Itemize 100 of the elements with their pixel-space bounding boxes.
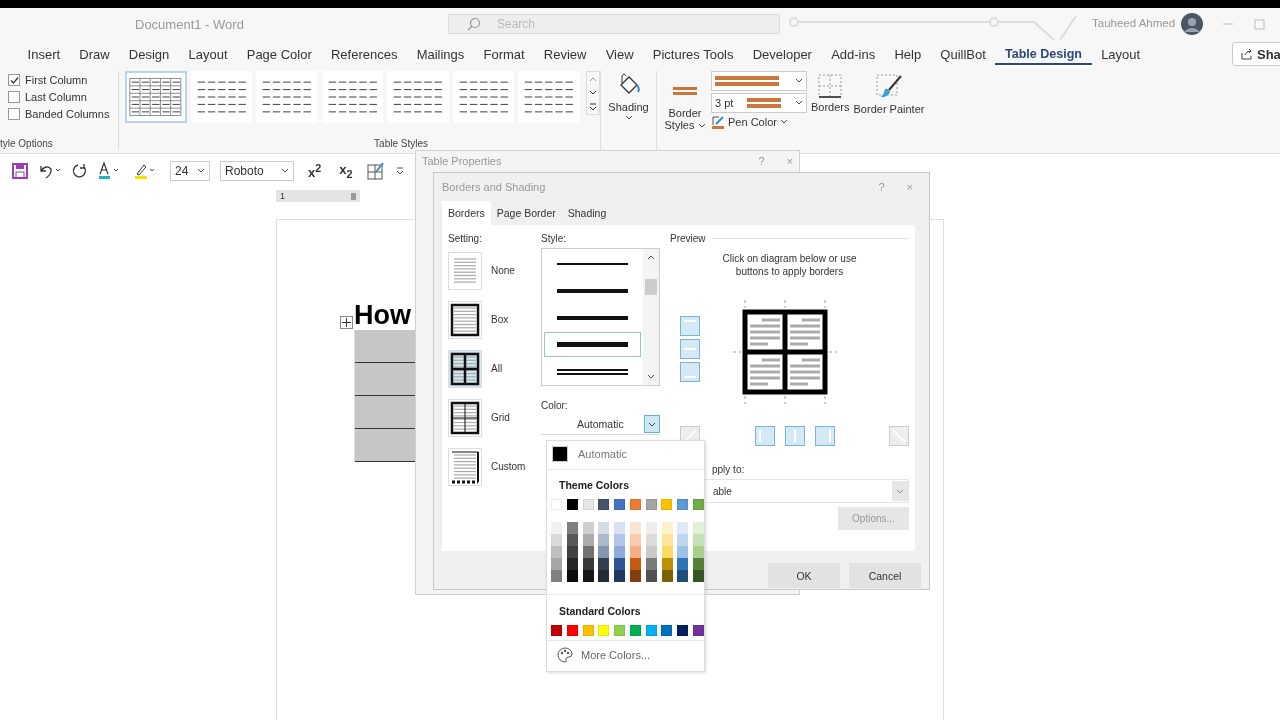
color-swatch[interactable] bbox=[693, 570, 705, 582]
border-styles-button[interactable]: Border Styles bbox=[663, 71, 707, 131]
color-swatch[interactable] bbox=[551, 534, 562, 546]
ribbon-tab[interactable]: Format bbox=[473, 40, 535, 68]
color-swatch[interactable] bbox=[598, 499, 610, 510]
color-swatch[interactable] bbox=[551, 570, 562, 582]
pen-color-button[interactable]: Pen Color bbox=[711, 115, 807, 129]
ribbon-tab[interactable]: References bbox=[321, 40, 408, 68]
color-swatch[interactable] bbox=[614, 546, 626, 558]
color-swatch[interactable] bbox=[614, 534, 626, 546]
line-style-dropdown[interactable] bbox=[711, 71, 807, 91]
color-swatch[interactable] bbox=[661, 534, 673, 546]
ribbon-tab[interactable]: View bbox=[596, 40, 644, 68]
redo-icon[interactable] bbox=[72, 163, 88, 179]
setting-option[interactable] bbox=[448, 398, 482, 437]
ribbon-tab[interactable]: Add-ins bbox=[821, 40, 885, 68]
subscript-button[interactable]: x$_{2}$ bbox=[335, 162, 357, 180]
color-dropdown[interactable]: Automatic bbox=[540, 414, 660, 435]
ribbon-tab[interactable]: Help bbox=[884, 40, 931, 68]
color-swatch[interactable] bbox=[551, 625, 562, 636]
border-painter-button[interactable]: Border Painter bbox=[853, 71, 925, 115]
line-weight-dropdown[interactable]: 3 pt bbox=[711, 93, 807, 113]
color-swatch[interactable] bbox=[629, 499, 641, 510]
color-swatch[interactable] bbox=[582, 570, 594, 582]
color-swatch[interactable] bbox=[693, 534, 705, 546]
table-style-thumbnail[interactable] bbox=[387, 71, 449, 123]
color-swatch[interactable] bbox=[645, 570, 657, 582]
more-colors-option[interactable]: More Colors... bbox=[547, 640, 704, 671]
color-swatch[interactable] bbox=[582, 522, 594, 534]
color-swatch[interactable] bbox=[630, 522, 641, 534]
undo-icon[interactable] bbox=[38, 163, 62, 179]
checkbox[interactable] bbox=[8, 108, 20, 120]
table-style-thumbnail[interactable] bbox=[256, 71, 318, 123]
ribbon-tab[interactable]: Developer bbox=[743, 40, 822, 68]
color-swatch[interactable] bbox=[551, 558, 562, 570]
color-swatch[interactable] bbox=[661, 625, 673, 636]
table-style-thumbnail[interactable] bbox=[125, 71, 187, 123]
font-size-field[interactable]: 24 bbox=[170, 161, 210, 181]
color-swatch[interactable] bbox=[598, 625, 610, 636]
color-swatch[interactable] bbox=[693, 522, 705, 534]
color-swatch[interactable] bbox=[661, 546, 673, 558]
dialog-button[interactable]: Cancel bbox=[849, 563, 921, 588]
ribbon-tab[interactable]: Mailings bbox=[407, 40, 474, 68]
border-button[interactable] bbox=[680, 339, 700, 359]
border-button[interactable] bbox=[815, 426, 835, 446]
color-swatch[interactable] bbox=[614, 522, 626, 534]
color-swatch[interactable] bbox=[582, 558, 594, 570]
checkbox[interactable] bbox=[8, 74, 20, 86]
borders-button[interactable]: Borders bbox=[811, 71, 850, 113]
color-swatch[interactable] bbox=[645, 558, 657, 570]
table-style-thumbnail[interactable] bbox=[190, 71, 253, 123]
ribbon-tab[interactable]: Review bbox=[534, 40, 597, 68]
color-swatch[interactable] bbox=[645, 499, 657, 510]
color-swatch[interactable] bbox=[566, 499, 578, 510]
ribbon-tab[interactable]: Layout bbox=[1091, 40, 1150, 68]
border-button[interactable] bbox=[680, 316, 700, 336]
color-swatch[interactable] bbox=[614, 558, 626, 570]
color-swatch[interactable] bbox=[645, 546, 657, 558]
color-swatch[interactable] bbox=[693, 499, 704, 510]
color-swatch[interactable] bbox=[630, 534, 641, 546]
automatic-color-option[interactable]: Automatic bbox=[547, 441, 704, 470]
ribbon-tab[interactable]: Table Design bbox=[995, 40, 1092, 68]
style-option-checkbox[interactable]: Last Column bbox=[8, 91, 118, 103]
color-swatch[interactable] bbox=[661, 499, 673, 510]
color-swatch[interactable] bbox=[598, 522, 610, 534]
color-swatch[interactable] bbox=[598, 558, 610, 570]
color-swatch[interactable] bbox=[693, 546, 705, 558]
share-button[interactable]: Sha bbox=[1232, 42, 1280, 66]
dialog-tab[interactable]: Shading bbox=[561, 201, 613, 225]
ribbon-tab[interactable]: Layout bbox=[178, 40, 238, 68]
ribbon-tab[interactable]: Draw bbox=[69, 40, 120, 68]
table-style-thumbnail[interactable] bbox=[452, 71, 515, 123]
dialog-tab[interactable]: Page Border bbox=[490, 201, 562, 225]
color-swatch[interactable] bbox=[566, 570, 578, 582]
line-style-option[interactable] bbox=[543, 332, 641, 358]
border-button[interactable] bbox=[680, 362, 700, 382]
color-swatch[interactable] bbox=[598, 546, 610, 558]
color-swatch[interactable] bbox=[566, 546, 578, 558]
move-handle-icon[interactable] bbox=[340, 316, 353, 329]
color-swatch[interactable] bbox=[551, 522, 562, 534]
color-swatch[interactable] bbox=[645, 625, 657, 636]
color-swatch[interactable] bbox=[614, 625, 626, 636]
avatar-icon[interactable] bbox=[1181, 13, 1203, 35]
color-swatch[interactable] bbox=[677, 546, 689, 558]
color-swatch[interactable] bbox=[661, 558, 673, 570]
color-swatch[interactable] bbox=[677, 522, 689, 534]
ribbon-tab[interactable]: Design bbox=[119, 40, 179, 68]
border-button[interactable] bbox=[755, 426, 775, 446]
color-swatch[interactable] bbox=[566, 534, 578, 546]
color-swatch[interactable] bbox=[551, 546, 562, 558]
color-swatch[interactable] bbox=[630, 546, 641, 558]
color-swatch[interactable] bbox=[566, 558, 578, 570]
ribbon-tab[interactable]: QuillBot bbox=[930, 40, 996, 68]
save-icon[interactable] bbox=[12, 163, 28, 179]
setting-option[interactable] bbox=[448, 447, 482, 486]
color-swatch[interactable] bbox=[630, 570, 641, 582]
color-swatch[interactable] bbox=[582, 534, 594, 546]
ribbon-tab[interactable]: Page Color bbox=[237, 40, 322, 68]
color-swatch[interactable] bbox=[645, 534, 657, 546]
style-option-checkbox[interactable]: Banded Columns bbox=[8, 108, 118, 120]
